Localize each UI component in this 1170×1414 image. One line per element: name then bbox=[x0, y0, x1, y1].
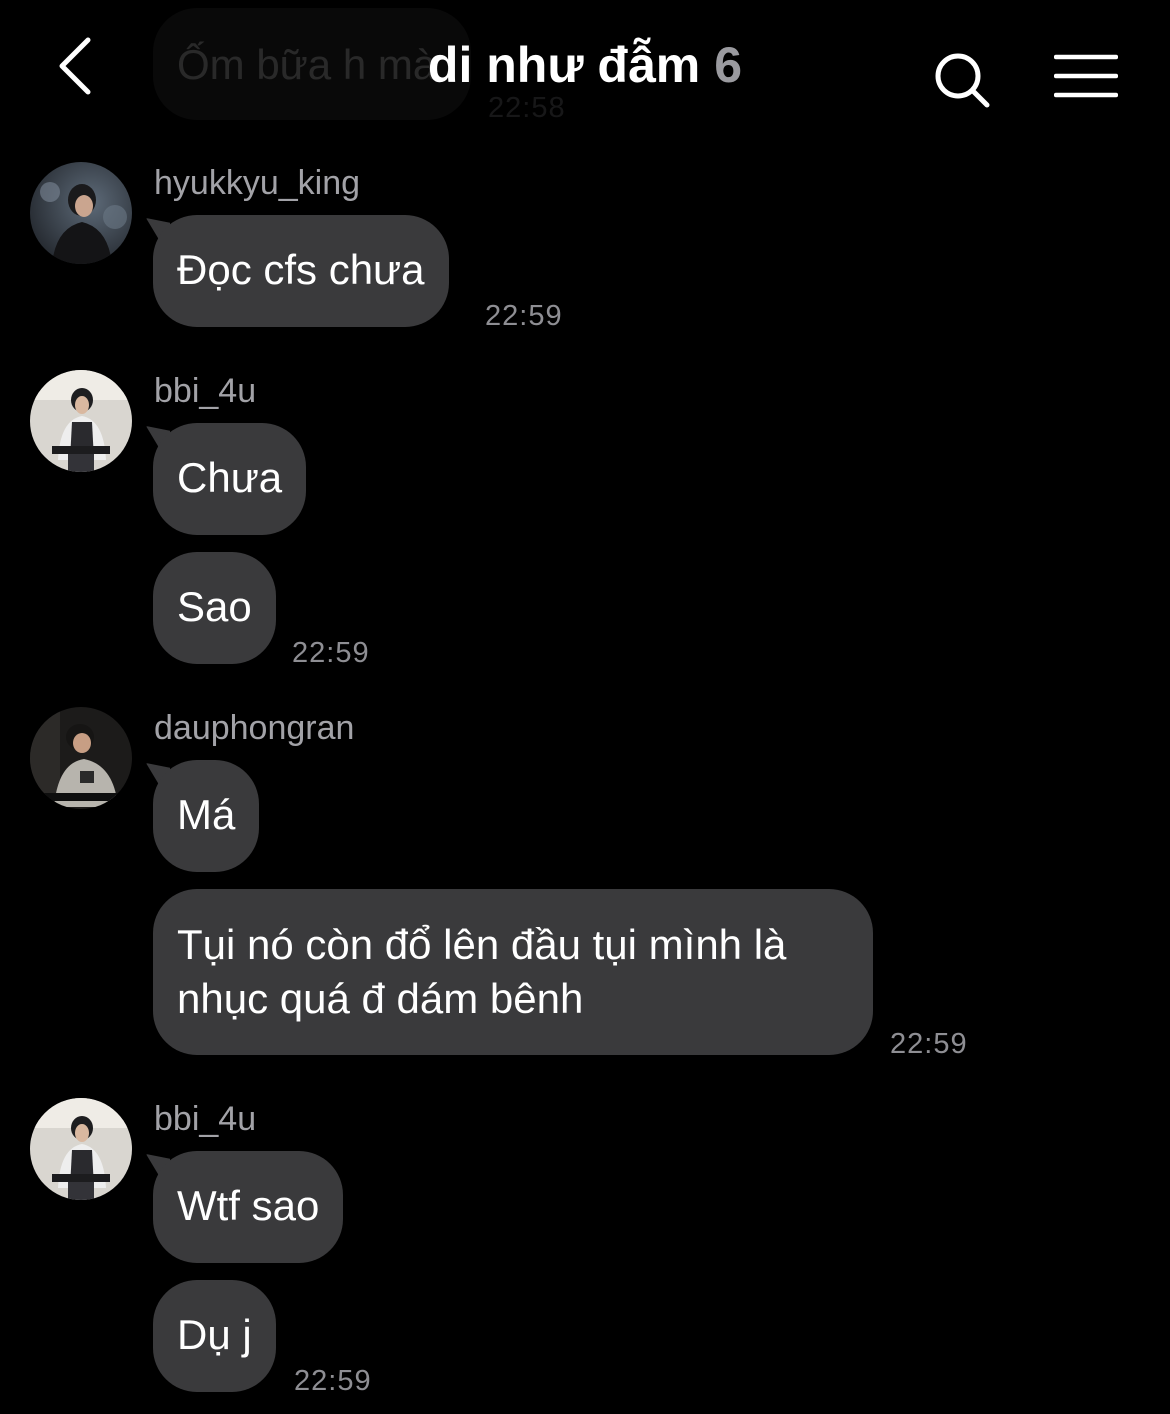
message-bubble[interactable]: Wtf sao bbox=[153, 1151, 344, 1263]
sender-name[interactable]: bbi_4u bbox=[154, 1100, 256, 1139]
message-text: Wtf sao bbox=[177, 1182, 320, 1229]
message-timestamp: 22:59 bbox=[292, 637, 370, 669]
menu-button[interactable] bbox=[1053, 52, 1119, 107]
message-bubble[interactable]: Sao bbox=[153, 552, 276, 664]
avatar-photo-icon bbox=[30, 370, 132, 472]
message-text: Dụ j bbox=[177, 1311, 252, 1358]
chat-title[interactable]: di như đẫm 6 bbox=[0, 36, 1170, 94]
message-bubble[interactable]: Tụi nó còn đổ lên đầu tụi mình là nhục q… bbox=[153, 889, 873, 1055]
message-bubble[interactable]: Đọc cfs chưa bbox=[153, 215, 449, 327]
chat-thread[interactable]: Ốm bữa h mà 22:58 hyukkyu_king Đọc cfs c… bbox=[0, 0, 1170, 1414]
menu-icon bbox=[1053, 54, 1119, 98]
message-text: Đọc cfs chưa bbox=[177, 246, 425, 293]
avatar-photo-icon bbox=[30, 1098, 132, 1200]
message-timestamp: 22:59 bbox=[890, 1028, 968, 1060]
avatar[interactable] bbox=[30, 707, 132, 809]
avatar-photo-icon bbox=[30, 707, 132, 809]
message-text: Má bbox=[177, 791, 236, 838]
message-text: Chưa bbox=[177, 454, 283, 501]
group-name: di như đẫm bbox=[427, 37, 701, 93]
sender-name[interactable]: dauphongran bbox=[154, 709, 354, 748]
member-count: 6 bbox=[714, 37, 743, 93]
sender-name[interactable]: bbi_4u bbox=[154, 372, 256, 411]
message-text: Sao bbox=[177, 583, 252, 630]
avatar[interactable] bbox=[30, 370, 132, 472]
message-text: Tụi nó còn đổ lên đầu tụi mình là nhục q… bbox=[177, 921, 787, 1022]
message-bubble[interactable]: Má bbox=[153, 760, 260, 872]
avatar[interactable] bbox=[30, 1098, 132, 1200]
message-timestamp: 22:59 bbox=[294, 1365, 372, 1397]
search-icon bbox=[935, 53, 990, 108]
message-timestamp: 22:59 bbox=[485, 300, 563, 332]
search-button[interactable] bbox=[932, 50, 992, 115]
avatar-photo-icon bbox=[30, 162, 132, 264]
chat-header: di như đẫm 6 bbox=[0, 0, 1170, 130]
message-bubble[interactable]: Dụ j bbox=[153, 1280, 276, 1392]
avatar[interactable] bbox=[30, 162, 132, 264]
sender-name[interactable]: hyukkyu_king bbox=[154, 164, 360, 203]
message-bubble[interactable]: Chưa bbox=[153, 423, 307, 535]
